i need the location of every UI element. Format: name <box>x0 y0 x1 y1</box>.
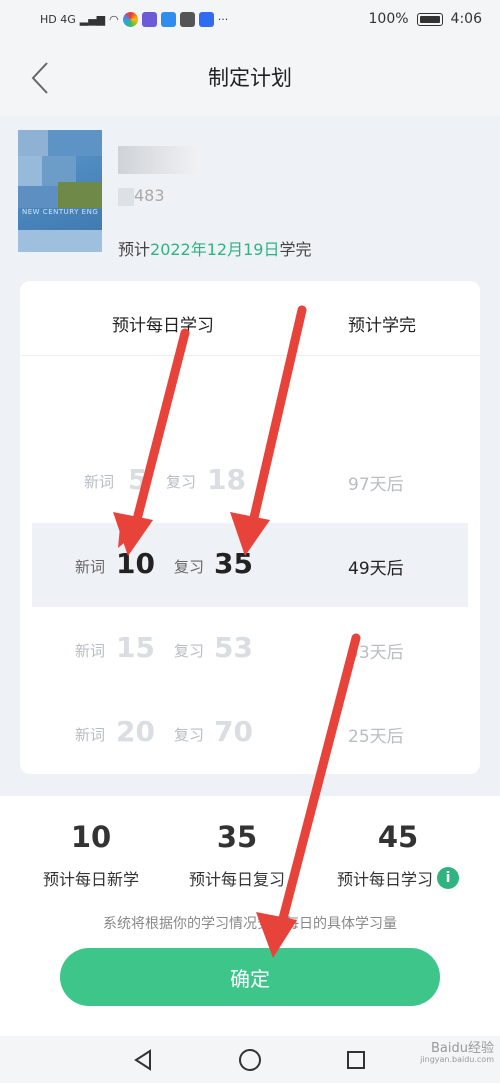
music-icon <box>141 11 157 27</box>
battery-percent: 100% <box>368 11 409 27</box>
signal-icon: ▂▄▆ <box>79 12 106 26</box>
book-title-redacted <box>118 146 198 174</box>
new-words-value: 10 <box>116 547 155 580</box>
cover-text: NEW CENTURY ENG <box>22 208 99 216</box>
review-label: 复习 <box>174 642 205 660</box>
battery-icon <box>416 12 443 26</box>
finish-days: 49天后 <box>348 559 404 579</box>
plan-option[interactable]: 新词 20 复习 70 25天后 <box>32 691 468 774</box>
system-nav-bar: Baidu经验 jingyan.baidu.com <box>0 1036 500 1083</box>
book-info: NEW CENTURY ENG 483 预计2022年12月19日学完 <box>0 116 500 281</box>
review-label: 复习 <box>166 473 197 491</box>
app-icon <box>122 11 138 27</box>
stat-label: 预计每日学习 i <box>322 866 474 890</box>
nav-recents-button[interactable] <box>340 1044 372 1076</box>
finish-days: 97天后 <box>348 475 404 495</box>
search-app-icon <box>160 11 176 27</box>
review-value: 70 <box>214 715 253 748</box>
watermark: Baidu经验 jingyan.baidu.com <box>420 1041 494 1065</box>
bulb-app-icon <box>198 11 214 27</box>
circle-home-icon <box>239 1049 261 1071</box>
triangle-back-icon <box>134 1049 151 1071</box>
header: 制定计划 <box>0 38 500 116</box>
status-bar: HD 4G ▂▄▆ ◠ ··· 100% 4:06 <box>0 0 500 38</box>
plan-summary: 10 预计每日新学 35 预计每日复习 45 预计每日学习 i 系统将根据你的学习… <box>0 796 500 1036</box>
stat-label-text: 预计每日新学 <box>42 870 139 889</box>
column-header-finish: 预计学完 <box>348 316 416 336</box>
nav-back-button[interactable] <box>127 1044 159 1076</box>
info-icon[interactable]: i <box>437 867 459 889</box>
finish-days: 33天后 <box>348 643 404 663</box>
new-words-label: 新词 <box>84 473 115 491</box>
stat-daily-total: 45 预计每日学习 i <box>322 820 474 890</box>
review-label: 复习 <box>174 726 205 744</box>
nav-home-button[interactable] <box>234 1044 266 1076</box>
page-title: 制定计划 <box>208 66 292 90</box>
stat-daily-review: 35 预计每日复习 <box>176 820 298 890</box>
stat-label: 预计每日新学 <box>30 866 152 890</box>
divider <box>20 355 480 356</box>
status-icons: HD 4G ▂▄▆ ◠ ··· <box>40 11 229 27</box>
plan-option-selected[interactable]: 新词 10 复习 35 49天后 <box>32 523 468 607</box>
review-value: 35 <box>214 547 253 580</box>
redacted-block <box>118 187 134 206</box>
new-words-label: 新词 <box>75 642 106 660</box>
review-value: 18 <box>207 463 246 496</box>
word-count-value: 483 <box>134 186 165 205</box>
new-words-value: 15 <box>116 631 155 664</box>
confirm-button[interactable]: 确定 <box>60 948 440 1006</box>
plan-picker: 预计每日学习 预计学完 新词 5 复习 18 97天后 新词 10 复习 35 … <box>20 281 480 774</box>
stat-label-text: 预计每日学习 <box>336 870 433 889</box>
more-icon: ··· <box>217 12 229 26</box>
watermark-sub: jingyan.baidu.com <box>420 1055 494 1065</box>
column-header-daily: 预计每日学习 <box>112 316 214 336</box>
watermark-main: Baidu经验 <box>431 1041 494 1056</box>
app-icon <box>179 11 195 27</box>
finish-date-line: 预计2022年12月19日学完 <box>118 236 311 260</box>
new-words-value: 5 <box>128 463 148 496</box>
new-words-label: 新词 <box>75 726 106 744</box>
plan-option[interactable]: 新词 5 复习 18 97天后 <box>32 439 468 523</box>
finish-suffix: 学完 <box>279 240 312 259</box>
plan-option[interactable]: 新词 15 复习 53 33天后 <box>32 607 468 691</box>
clock: 4:06 <box>450 11 482 27</box>
stat-value: 45 <box>377 820 419 854</box>
wifi-icon: ◠ <box>109 12 119 26</box>
word-count: 483 <box>118 186 165 206</box>
review-value: 53 <box>214 631 253 664</box>
book-cover[interactable]: NEW CENTURY ENG <box>18 130 102 252</box>
finish-days: 25天后 <box>348 727 404 747</box>
stat-label-text: 预计每日复习 <box>188 870 285 889</box>
new-words-value: 20 <box>116 715 155 748</box>
finish-prefix: 预计 <box>118 240 151 259</box>
review-label: 复习 <box>174 558 205 576</box>
square-recents-icon <box>347 1051 365 1069</box>
hint-text: 系统将根据你的学习情况安排每日的具体学习量 <box>103 916 397 932</box>
stat-value: 10 <box>70 820 112 854</box>
finish-date: 2022年12月19日 <box>150 240 280 259</box>
stat-value: 35 <box>216 820 258 854</box>
network-indicator: HD 4G <box>40 12 76 26</box>
stat-label: 预计每日复习 <box>176 866 298 890</box>
new-words-label: 新词 <box>75 558 106 576</box>
stat-daily-new: 10 预计每日新学 <box>30 820 152 890</box>
